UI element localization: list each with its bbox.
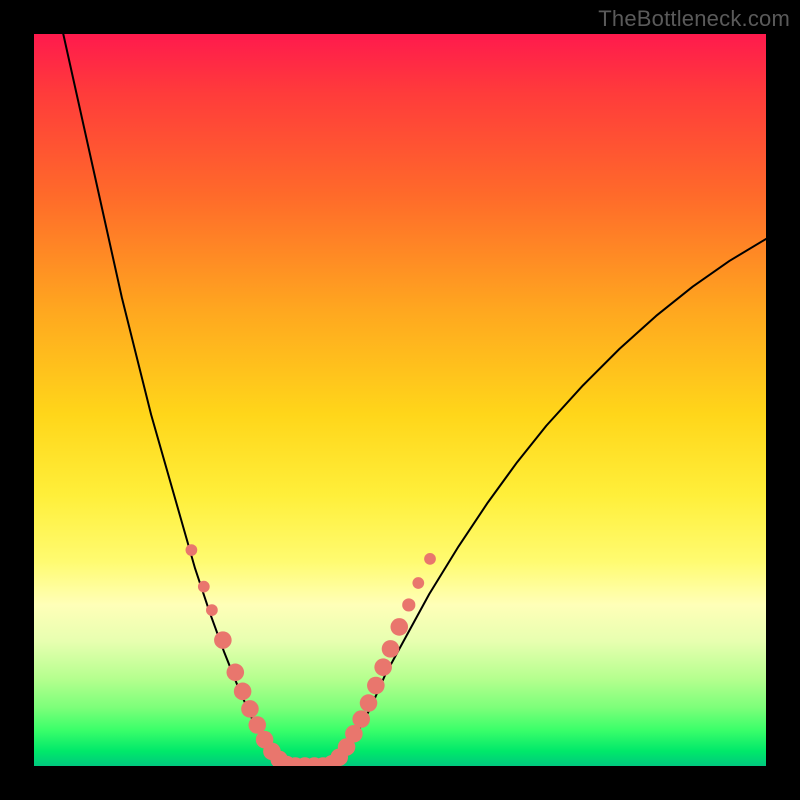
- marker-dot: [360, 694, 378, 712]
- marker-dot: [382, 640, 400, 658]
- plot-area: [34, 34, 766, 766]
- marker-dot: [412, 577, 424, 589]
- watermark-text: TheBottleneck.com: [598, 6, 790, 32]
- chart-stage: TheBottleneck.com: [0, 0, 800, 800]
- chart-svg: [34, 34, 766, 766]
- marker-dot: [367, 677, 385, 695]
- marker-dot: [214, 631, 232, 649]
- marker-dot: [234, 683, 252, 701]
- marker-dot: [206, 604, 218, 616]
- marker-dot: [352, 710, 370, 728]
- marker-dot: [198, 581, 210, 593]
- marker-dot: [374, 658, 392, 676]
- marker-dot: [390, 618, 408, 636]
- marker-dot: [227, 664, 245, 682]
- marker-dot: [186, 544, 198, 556]
- bottleneck-curve: [63, 34, 766, 766]
- marker-dot: [241, 700, 259, 718]
- markers-group: [186, 544, 436, 766]
- marker-dot: [424, 553, 436, 565]
- marker-dot: [402, 598, 415, 611]
